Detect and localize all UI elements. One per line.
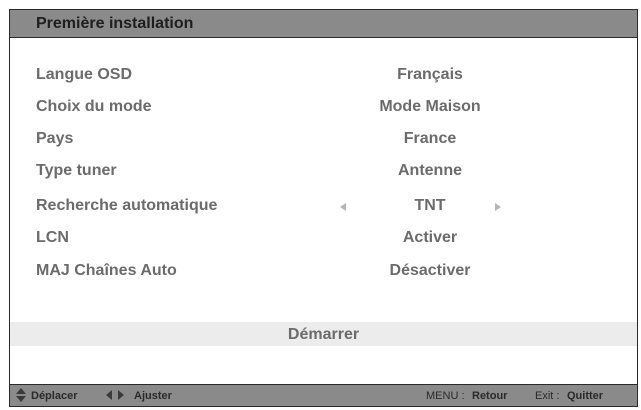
setting-label: MAJ Chaînes Auto	[36, 262, 177, 279]
setting-row-osd-language[interactable]: Langue OSD Français	[10, 66, 637, 88]
setting-row-auto-channel-update[interactable]: MAJ Chaînes Auto Désactiver	[10, 262, 637, 284]
setting-label: Recherche automatique	[36, 197, 218, 214]
setting-label: Type tuner	[36, 162, 117, 179]
setting-value: France	[403, 130, 457, 147]
adjust-hint: Ajuster	[134, 390, 172, 402]
setting-label: Langue OSD	[36, 66, 133, 83]
setting-label: LCN	[36, 229, 69, 246]
setting-value: Mode Maison	[379, 98, 481, 115]
menu-action-label: Retour	[472, 390, 508, 402]
installation-dialog: Première installation Langue OSD Françai…	[9, 9, 638, 407]
setting-row-auto-search[interactable]: Recherche automatique TNT	[10, 197, 637, 219]
start-button[interactable]: Démarrer	[10, 322, 637, 346]
up-down-arrows-icon	[16, 388, 26, 402]
menu-key-label: MENU :	[426, 390, 465, 402]
exit-key-label: Exit :	[535, 390, 560, 402]
setting-row-country[interactable]: Pays France	[10, 130, 637, 152]
exit-action-label: Quitter	[567, 390, 604, 402]
setting-value: Activer	[402, 229, 458, 246]
move-hint: Déplacer	[31, 390, 78, 402]
setting-row-mode[interactable]: Choix du mode Mode Maison	[10, 98, 637, 120]
setting-label: Pays	[36, 130, 74, 147]
setting-value: Antenne	[398, 162, 462, 179]
setting-label: Choix du mode	[36, 98, 152, 115]
start-button-label: Démarrer	[287, 326, 360, 343]
setting-row-tuner-type[interactable]: Type tuner Antenne	[10, 162, 637, 184]
left-right-arrows-icon	[106, 390, 128, 400]
arrow-right-icon[interactable]	[495, 203, 501, 211]
setting-value: Français	[397, 66, 463, 83]
setting-row-lcn[interactable]: LCN Activer	[10, 229, 637, 251]
title-bar: Première installation	[10, 10, 637, 38]
setting-value: Désactiver	[389, 262, 471, 279]
dialog-title: Première installation	[36, 15, 194, 32]
footer-hint-bar: Déplacer Ajuster MENU : Retour Exit : Qu…	[10, 384, 637, 406]
